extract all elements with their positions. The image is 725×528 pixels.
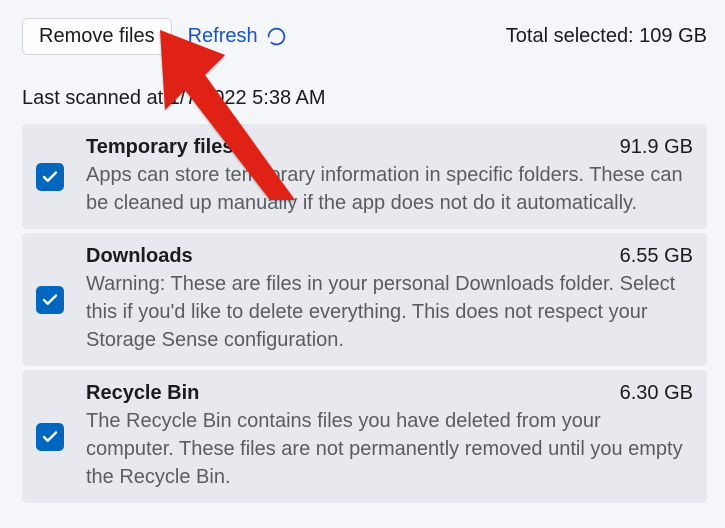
item-title: Downloads — [86, 245, 193, 268]
toolbar: Remove files Refresh Total selected: 109… — [22, 18, 707, 55]
refresh-button[interactable]: Refresh — [188, 25, 287, 48]
item-title: Recycle Bin — [86, 382, 199, 405]
remove-files-button[interactable]: Remove files — [22, 18, 172, 55]
checkbox[interactable] — [36, 286, 64, 314]
list-item[interactable]: Temporary files 91.9 GB Apps can store t… — [22, 124, 707, 229]
total-selected-label: Total selected: 109 GB — [506, 25, 707, 48]
checkbox[interactable] — [36, 423, 64, 451]
item-size: 6.30 GB — [620, 382, 693, 405]
refresh-label: Refresh — [188, 25, 258, 48]
cleanup-list: Temporary files 91.9 GB Apps can store t… — [22, 124, 707, 503]
last-scanned-label: Last scanned at 1/7/2022 5:38 AM — [22, 87, 707, 110]
item-description: Apps can store temporary information in … — [86, 161, 693, 217]
item-size: 6.55 GB — [620, 245, 693, 268]
list-item[interactable]: Recycle Bin 6.30 GB The Recycle Bin cont… — [22, 370, 707, 503]
item-description: The Recycle Bin contains files you have … — [86, 407, 693, 491]
checkbox[interactable] — [36, 163, 64, 191]
list-item[interactable]: Downloads 6.55 GB Warning: These are fil… — [22, 233, 707, 366]
item-description: Warning: These are files in your persona… — [86, 270, 693, 354]
item-title: Temporary files — [86, 136, 233, 159]
refresh-icon — [266, 26, 287, 47]
item-size: 91.9 GB — [620, 136, 693, 159]
